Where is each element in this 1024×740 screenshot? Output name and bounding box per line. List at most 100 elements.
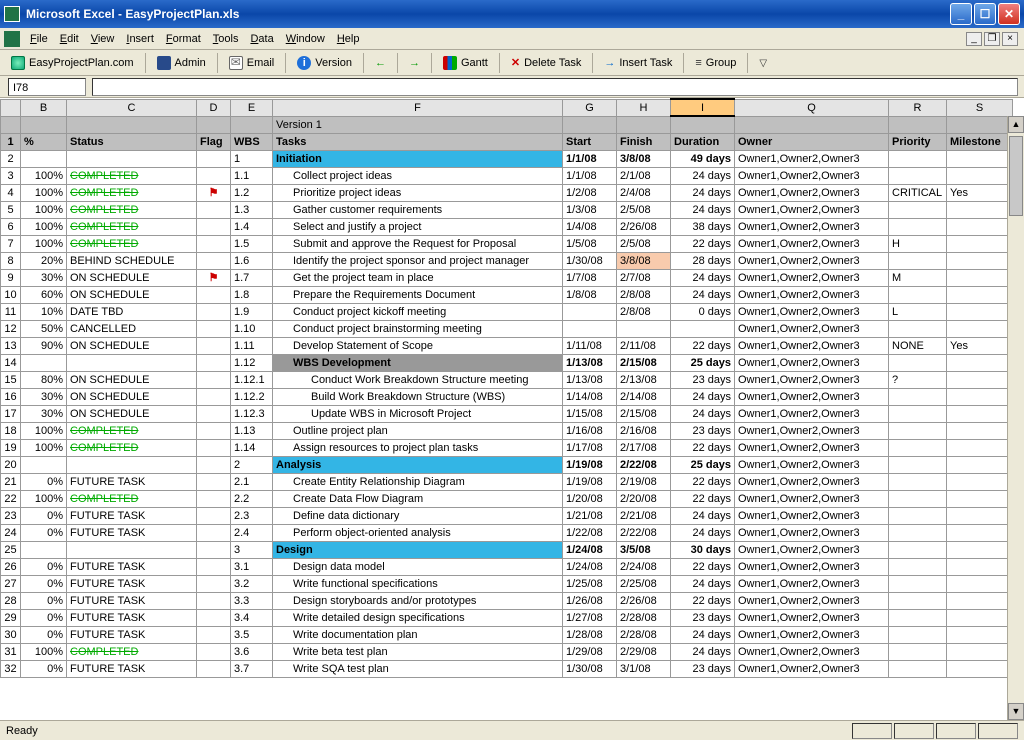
cell-wbs[interactable]: 3.3 [231, 592, 273, 609]
cell-wbs[interactable]: 1.1 [231, 167, 273, 184]
col-header-S[interactable]: S [947, 99, 1013, 116]
cell-finish[interactable]: 2/26/08 [617, 218, 671, 235]
cell-status[interactable]: FUTURE TASK [67, 558, 197, 575]
row-header[interactable]: 29 [1, 609, 21, 626]
cell-task[interactable]: Build Work Breakdown Structure (WBS) [273, 388, 563, 405]
data-row[interactable]: 202Analysis1/19/082/22/0825 daysOwner1,O… [1, 456, 1013, 473]
cell-milestone[interactable] [947, 490, 1013, 507]
delete-task-button[interactable]: Delete Task [504, 52, 589, 74]
data-row[interactable]: 1110%DATE TBD1.9Conduct project kickoff … [1, 303, 1013, 320]
cell-duration[interactable]: 24 days [671, 269, 735, 286]
cell-flag[interactable] [197, 643, 231, 660]
cell-status[interactable]: COMPLETED [67, 201, 197, 218]
cell-pct[interactable] [21, 150, 67, 167]
cell-priority[interactable]: H [889, 235, 947, 252]
cell-milestone[interactable] [947, 643, 1013, 660]
row-header[interactable]: 9 [1, 269, 21, 286]
cell-finish[interactable]: 2/14/08 [617, 388, 671, 405]
row-header[interactable]: 5 [1, 201, 21, 218]
cell-wbs[interactable]: 1 [231, 150, 273, 167]
cell-milestone[interactable] [947, 167, 1013, 184]
cell-start[interactable]: 1/1/08 [563, 167, 617, 184]
cell-duration[interactable]: 24 days [671, 626, 735, 643]
cell-status[interactable]: CANCELLED [67, 320, 197, 337]
cell-duration[interactable]: 24 days [671, 286, 735, 303]
row-header[interactable]: 6 [1, 218, 21, 235]
doc-minimize-button[interactable]: _ [966, 32, 982, 46]
maximize-button[interactable]: ☐ [974, 3, 996, 25]
cell-status[interactable]: FUTURE TASK [67, 626, 197, 643]
cell-flag[interactable] [197, 218, 231, 235]
cell-task[interactable]: Outline project plan [273, 422, 563, 439]
hdr-start[interactable]: Start [563, 133, 617, 150]
cell-finish[interactable]: 2/11/08 [617, 337, 671, 354]
cell-wbs[interactable]: 1.6 [231, 252, 273, 269]
data-row[interactable]: 141.12WBS Development1/13/082/15/0825 da… [1, 354, 1013, 371]
cell-finish[interactable]: 2/28/08 [617, 626, 671, 643]
cell-owner[interactable]: Owner1,Owner2,Owner3 [735, 286, 889, 303]
vertical-scrollbar[interactable]: ▲ ▼ [1007, 116, 1024, 720]
cell-duration[interactable]: 22 days [671, 235, 735, 252]
cell-pct[interactable]: 50% [21, 320, 67, 337]
cell-pct[interactable]: 30% [21, 388, 67, 405]
cell-start[interactable]: 1/3/08 [563, 201, 617, 218]
cell-task[interactable]: Design data model [273, 558, 563, 575]
cell-start[interactable]: 1/30/08 [563, 660, 617, 677]
cell-pct[interactable] [21, 541, 67, 558]
cell-flag[interactable] [197, 320, 231, 337]
cell-task[interactable]: Collect project ideas [273, 167, 563, 184]
cell-milestone[interactable] [947, 541, 1013, 558]
cell-finish[interactable]: 2/15/08 [617, 354, 671, 371]
data-row[interactable]: 240%FUTURE TASK2.4Perform object-oriente… [1, 524, 1013, 541]
cell-flag[interactable] [197, 558, 231, 575]
cell-finish[interactable]: 3/8/08 [617, 252, 671, 269]
cell-start[interactable]: 1/13/08 [563, 371, 617, 388]
cell-owner[interactable]: Owner1,Owner2,Owner3 [735, 592, 889, 609]
cell-status[interactable]: FUTURE TASK [67, 524, 197, 541]
data-row[interactable]: 21Initiation1/1/083/8/0849 daysOwner1,Ow… [1, 150, 1013, 167]
cell-finish[interactable]: 2/7/08 [617, 269, 671, 286]
cell-priority[interactable] [889, 252, 947, 269]
cell-status[interactable]: COMPLETED [67, 439, 197, 456]
cell-pct[interactable]: 30% [21, 269, 67, 286]
cell-milestone[interactable] [947, 405, 1013, 422]
scroll-thumb[interactable] [1009, 136, 1023, 216]
cell-owner[interactable]: Owner1,Owner2,Owner3 [735, 303, 889, 320]
cell-pct[interactable]: 30% [21, 405, 67, 422]
cell-milestone[interactable] [947, 524, 1013, 541]
gantt-button[interactable]: Gantt [436, 52, 495, 74]
cell-duration[interactable]: 24 days [671, 184, 735, 201]
cell-owner[interactable]: Owner1,Owner2,Owner3 [735, 558, 889, 575]
cell-priority[interactable] [889, 473, 947, 490]
cell-status[interactable]: COMPLETED [67, 184, 197, 201]
cell-wbs[interactable]: 1.4 [231, 218, 273, 235]
row-header[interactable]: 20 [1, 456, 21, 473]
cell-start[interactable]: 1/28/08 [563, 626, 617, 643]
cell-duration[interactable]: 30 days [671, 541, 735, 558]
cell-owner[interactable]: Owner1,Owner2,Owner3 [735, 269, 889, 286]
cell-status[interactable] [67, 150, 197, 167]
cell-finish[interactable]: 2/15/08 [617, 405, 671, 422]
col-header-I[interactable]: I [671, 99, 735, 116]
menu-format[interactable]: Format [160, 31, 207, 47]
cell-task[interactable]: Write functional specifications [273, 575, 563, 592]
data-row[interactable]: 18100%COMPLETED1.13Outline project plan1… [1, 422, 1013, 439]
cell-pct[interactable]: 60% [21, 286, 67, 303]
cell-milestone[interactable] [947, 286, 1013, 303]
cell-finish[interactable]: 2/16/08 [617, 422, 671, 439]
cell-duration[interactable]: 23 days [671, 609, 735, 626]
cell-priority[interactable] [889, 592, 947, 609]
cell-owner[interactable]: Owner1,Owner2,Owner3 [735, 167, 889, 184]
spreadsheet-grid[interactable]: BCDEFGHIQRS Version 11%StatusFlagWBSTask… [0, 98, 1024, 720]
cell-status[interactable]: COMPLETED [67, 218, 197, 235]
cell-pct[interactable]: 10% [21, 303, 67, 320]
hdr-owner[interactable]: Owner [735, 133, 889, 150]
cell-duration[interactable]: 22 days [671, 473, 735, 490]
cell-milestone[interactable] [947, 558, 1013, 575]
cell-wbs[interactable]: 3 [231, 541, 273, 558]
cell-pct[interactable]: 0% [21, 626, 67, 643]
cell-duration[interactable]: 24 days [671, 167, 735, 184]
cell-milestone[interactable] [947, 252, 1013, 269]
cell-start[interactable]: 1/11/08 [563, 337, 617, 354]
menu-insert[interactable]: Insert [120, 31, 160, 47]
